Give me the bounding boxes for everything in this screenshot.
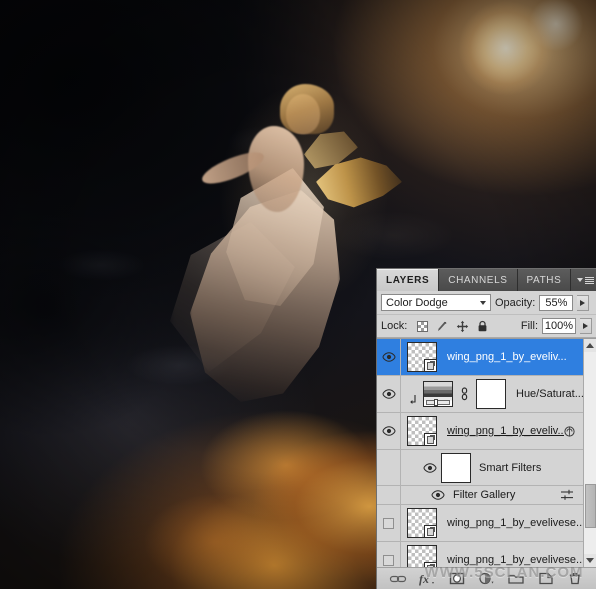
opacity-input[interactable]: 55% — [539, 295, 573, 311]
filter-gallery-label: Filter Gallery — [449, 489, 559, 501]
chevron-down-icon — [480, 301, 486, 305]
panel-menu-caret-icon — [577, 278, 583, 282]
layer-name[interactable]: wing_png_1_by_evelivese... — [437, 517, 583, 529]
layer-thumbnail[interactable] — [407, 545, 437, 567]
smart-object-badge-icon — [424, 359, 437, 372]
eye-icon — [382, 389, 396, 399]
layer-visibility-toggle[interactable] — [377, 505, 401, 541]
layer-visibility-toggle[interactable] — [377, 339, 401, 375]
lock-label: Lock: — [381, 320, 407, 332]
layer-name[interactable]: wing_png_1_by_eveliv... — [437, 425, 564, 437]
eye-icon[interactable] — [423, 463, 437, 473]
table-row[interactable]: wing_png_1_by_evelivese... — [377, 505, 583, 542]
lock-icon-group — [416, 320, 489, 333]
filter-gallery-row[interactable]: Filter Gallery — [377, 486, 583, 505]
tab-layers[interactable]: LAYERS — [377, 269, 439, 291]
eye-icon — [382, 426, 396, 436]
layer-list[interactable]: wing_png_1_by_eveliv... — [377, 338, 596, 567]
lock-transparent-pixels-icon[interactable] — [416, 320, 429, 333]
layer-visibility-toggle[interactable] — [377, 542, 401, 567]
layer-mask-thumbnail[interactable] — [476, 379, 506, 409]
table-row[interactable]: wing_png_1_by_evelivese... — [377, 542, 583, 567]
row-gutter — [377, 486, 401, 504]
new-adjustment-layer-icon[interactable] — [477, 571, 495, 587]
smart-object-badge-icon — [424, 433, 437, 446]
tab-layers-label: LAYERS — [386, 275, 429, 286]
tab-paths[interactable]: PATHS — [518, 269, 572, 291]
svg-text:fx: fx — [419, 572, 429, 586]
eye-off-icon — [383, 555, 394, 566]
fill-stepper[interactable] — [580, 318, 592, 334]
clipping-mask-arrow-icon — [407, 382, 419, 406]
add-layer-mask-icon[interactable] — [448, 571, 466, 587]
adjustment-thumbnail-group — [401, 379, 506, 409]
scrollbar-thumb[interactable] — [585, 484, 596, 528]
layers-panel[interactable]: LAYERS CHANNELS PATHS Color Dodge Opacit… — [376, 268, 596, 589]
fill-group: Fill: 100% — [521, 318, 592, 334]
panel-tab-bar: LAYERS CHANNELS PATHS — [377, 269, 596, 291]
blend-mode-value: Color Dodge — [386, 297, 480, 309]
hue-saturation-thumbnail[interactable] — [423, 381, 453, 407]
scroll-up-icon[interactable] — [584, 339, 596, 352]
eye-off-icon — [383, 518, 394, 529]
smart-filter-indicator-icon[interactable] — [564, 426, 575, 437]
blend-mode-select[interactable]: Color Dodge — [381, 294, 491, 311]
delete-layer-icon[interactable] — [566, 571, 584, 587]
layer-name[interactable]: Hue/Saturat... — [506, 388, 583, 400]
eye-icon — [382, 352, 396, 362]
screenshot-root: LAYERS CHANNELS PATHS Color Dodge Opacit… — [0, 0, 596, 589]
tab-channels-label: CHANNELS — [448, 275, 507, 286]
link-mask-icon[interactable] — [460, 386, 469, 402]
layer-thumbnail-group — [401, 416, 437, 446]
layer-thumbnail-group — [401, 342, 437, 372]
panel-menu-lines-icon — [585, 277, 594, 284]
layer-name[interactable]: wing_png_1_by_evelivese... — [437, 554, 583, 566]
blend-mode-row: Color Dodge Opacity: 55% — [377, 291, 596, 315]
table-row[interactable]: wing_png_1_by_eveliv... — [377, 413, 583, 450]
opacity-stepper[interactable] — [577, 295, 589, 311]
fill-input[interactable]: 100% — [542, 318, 576, 334]
smart-filters-row[interactable]: Smart Filters — [377, 450, 583, 486]
link-layers-icon[interactable] — [389, 571, 407, 587]
smart-object-badge-icon — [424, 525, 437, 538]
row-gutter — [377, 450, 401, 485]
eye-icon[interactable] — [431, 490, 445, 500]
layers-panel-toolbar: fx WWW.5SCLAN.COM — [377, 567, 596, 589]
layer-thumbnail[interactable] — [407, 416, 437, 446]
fill-label: Fill: — [521, 320, 538, 332]
fill-value: 100% — [545, 320, 573, 332]
layer-thumbnail[interactable] — [407, 342, 437, 372]
layer-list-scrollbar[interactable] — [583, 339, 596, 567]
layer-thumbnail-group — [401, 508, 437, 538]
table-row[interactable]: wing_png_1_by_eveliv... — [377, 339, 583, 376]
lock-all-icon[interactable] — [476, 320, 489, 333]
layer-rows: wing_png_1_by_eveliv... — [377, 339, 583, 567]
lock-row: Lock: Fill: 100% — [377, 315, 596, 338]
new-layer-icon[interactable] — [537, 571, 555, 587]
smart-filters-label: Smart Filters — [471, 462, 583, 474]
tab-paths-label: PATHS — [527, 275, 562, 286]
layer-style-fx-icon[interactable]: fx — [418, 571, 436, 587]
opacity-label: Opacity: — [495, 297, 535, 309]
smart-filter-mask-thumbnail[interactable] — [441, 453, 471, 483]
opacity-value: 55% — [545, 297, 567, 309]
layer-name[interactable]: wing_png_1_by_eveliv... — [437, 351, 583, 363]
table-row[interactable]: Hue/Saturat... — [377, 376, 583, 413]
scrollbar-track[interactable] — [584, 352, 596, 554]
tab-channels[interactable]: CHANNELS — [439, 269, 517, 291]
new-group-icon[interactable] — [507, 571, 525, 587]
scroll-down-icon[interactable] — [584, 554, 596, 567]
lock-image-pixels-icon[interactable] — [436, 320, 449, 333]
layer-visibility-toggle[interactable] — [377, 413, 401, 449]
layer-thumbnail-group — [401, 545, 437, 567]
panel-menu-icon[interactable] — [571, 269, 596, 291]
filter-blending-options-icon[interactable] — [559, 489, 575, 501]
layer-thumbnail[interactable] — [407, 508, 437, 538]
layer-visibility-toggle[interactable] — [377, 376, 401, 412]
lock-position-icon[interactable] — [456, 320, 469, 333]
